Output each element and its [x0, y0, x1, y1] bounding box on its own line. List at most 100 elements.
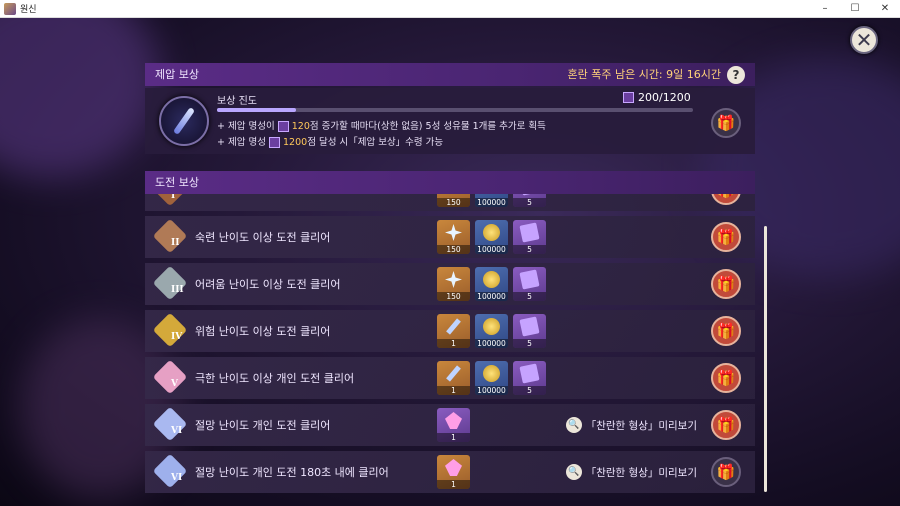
- reward-item[interactable]: 5: [513, 314, 546, 348]
- reward-rule-2: + 제압 명성 1200점 달성 시「제압 보상」수령 가능: [217, 134, 443, 148]
- close-icon: ✕: [855, 28, 873, 52]
- scrollbar[interactable]: [764, 226, 767, 492]
- rule1-value: 120: [291, 121, 310, 132]
- claim-gift-button[interactable]: 🎁: [711, 222, 741, 252]
- reward-item[interactable]: 5: [513, 220, 546, 254]
- reward-item[interactable]: 1: [437, 408, 470, 442]
- close-button[interactable]: ✕: [850, 26, 878, 54]
- fame-icon: [623, 92, 634, 103]
- reward-count: 1: [437, 433, 470, 442]
- reward-item[interactable]: 100000: [475, 194, 508, 207]
- gift-icon: 🎁: [716, 275, 736, 293]
- app-icon: [4, 2, 16, 15]
- challenge-header: 도전 보상: [145, 171, 755, 194]
- game-view: ✕ 제압 보상 혼란 폭주 남은 시간: 9일 16시간 ? 보상 진도 200…: [0, 18, 900, 506]
- challenge-row: V 극한 난이도 이상 개인 도전 클리어 1 100000 5 🎁: [145, 357, 755, 399]
- reward-count: 100000: [475, 292, 508, 301]
- progress-fill: [217, 108, 297, 112]
- challenge-condition: 극한 난이도 이상 개인 도전 클리어: [195, 372, 355, 385]
- book-icon: [519, 222, 540, 243]
- challenge-row: I 150 100000 5 🎁: [145, 194, 755, 211]
- window-titlebar: 원신 – ☐ ✕: [0, 0, 900, 18]
- difficulty-badge-icon: [152, 194, 188, 207]
- reward-item[interactable]: 5: [513, 361, 546, 395]
- reward-item[interactable]: 5: [513, 194, 546, 207]
- reward-count: 5: [513, 198, 546, 207]
- difficulty-numeral: II: [171, 238, 180, 248]
- preview-link[interactable]: 🔍 「찬란한 형상」미리보기: [565, 417, 697, 433]
- background-swirl: [0, 18, 160, 178]
- difficulty-badge-icon: [152, 453, 188, 489]
- fame-icon: [268, 137, 280, 148]
- reward-count: 150: [437, 245, 470, 254]
- remaining-time-area: 혼란 폭주 남은 시간: 9일 16시간 ?: [567, 63, 745, 86]
- claim-gift-button[interactable]: 🎁: [711, 269, 741, 299]
- window-controls: – ☐ ✕: [810, 0, 900, 18]
- reward-count: 1: [437, 480, 470, 489]
- suppression-reward-box: 보상 진도 200/1200 + 제압 명성이 120점 증가할 때마다(상한 …: [145, 88, 755, 154]
- reward-item[interactable]: 5: [513, 267, 546, 301]
- challenge-condition: 어려움 난이도 이상 도전 클리어: [195, 278, 341, 291]
- claim-gift-button[interactable]: 🎁: [711, 194, 741, 205]
- gift-icon: 🎁: [716, 114, 736, 132]
- remaining-time: 혼란 폭주 남은 시간: 9일 16시간: [567, 68, 721, 81]
- challenge-list[interactable]: I 150 100000 5 🎁 II 숙련 난이도 이상 도전 클리어 150 100000 5…: [145, 194, 755, 498]
- maximize-button[interactable]: ☐: [840, 0, 870, 18]
- claim-gift-button[interactable]: 🎁: [711, 457, 741, 487]
- reward-item[interactable]: 100000: [475, 361, 508, 395]
- window-close-button[interactable]: ✕: [870, 0, 900, 18]
- reward-item[interactable]: 150: [437, 194, 470, 207]
- reward-item[interactable]: 1: [437, 361, 470, 395]
- challenge-row: IV 위험 난이도 이상 도전 클리어 1 100000 5 🎁: [145, 310, 755, 352]
- rule1-text-a: + 제압 명성이: [217, 121, 278, 132]
- challenge-row: VI 절망 난이도 개인 도전 클리어 1 🔍 「찬란한 형상」미리보기 🎁: [145, 404, 755, 446]
- claim-gift-button[interactable]: 🎁: [711, 363, 741, 393]
- challenge-title: 도전 보상: [155, 176, 199, 189]
- book-icon: [519, 363, 540, 384]
- coin-icon: [483, 224, 500, 241]
- claim-gift-button[interactable]: 🎁: [711, 410, 741, 440]
- reward-item[interactable]: 100000: [475, 314, 508, 348]
- gift-icon: 🎁: [716, 322, 736, 340]
- gift-icon: 🎁: [716, 416, 736, 434]
- book-icon: [519, 316, 540, 337]
- reward-count: 5: [513, 339, 546, 348]
- magnifier-icon: 🔍: [565, 417, 582, 433]
- reward-item[interactable]: 1: [437, 455, 470, 489]
- reward-item[interactable]: 100000: [475, 220, 508, 254]
- suppression-emblem-icon: [159, 96, 209, 146]
- minimize-button[interactable]: –: [810, 0, 840, 18]
- challenge-condition: 절망 난이도 개인 도전 180초 내에 클리어: [195, 466, 389, 479]
- wand-icon: [446, 318, 461, 335]
- reward-count: 150: [437, 198, 470, 207]
- difficulty-badge-icon: [152, 359, 188, 395]
- help-icon[interactable]: ?: [727, 65, 745, 84]
- claim-gift-button[interactable]: 🎁: [711, 316, 741, 346]
- suppression-claim-gift-button[interactable]: 🎁: [711, 108, 741, 138]
- reward-item[interactable]: 150: [437, 220, 470, 254]
- preview-link[interactable]: 🔍 「찬란한 형상」미리보기: [565, 464, 697, 480]
- progress-bar: [217, 108, 693, 112]
- star-icon: [445, 224, 462, 241]
- difficulty-numeral: IV: [171, 332, 183, 342]
- difficulty-badge-icon: [152, 406, 188, 442]
- gift-icon: 🎁: [716, 463, 736, 481]
- reward-count: 5: [513, 386, 546, 395]
- challenge-row: VI 절망 난이도 개인 도전 180초 내에 클리어 1 🔍 「찬란한 형상」미리보기…: [145, 451, 755, 493]
- challenge-condition: 절망 난이도 개인 도전 클리어: [195, 419, 331, 432]
- difficulty-badge-icon: [152, 265, 188, 301]
- challenge-condition: 위험 난이도 이상 도전 클리어: [195, 325, 331, 338]
- gift-icon: 🎁: [717, 194, 736, 199]
- coin-icon: [483, 318, 500, 335]
- star-icon: [445, 271, 462, 288]
- window-title: 원신: [20, 5, 37, 15]
- reward-count: 5: [513, 292, 546, 301]
- difficulty-numeral: VI: [171, 426, 183, 436]
- reward-item[interactable]: 100000: [475, 267, 508, 301]
- progress-label: 보상 진도: [217, 96, 257, 107]
- reward-count: 100000: [475, 339, 508, 348]
- difficulty-badge-icon: [152, 312, 188, 348]
- progress-count-area: 200/1200: [623, 91, 691, 104]
- reward-item[interactable]: 150: [437, 267, 470, 301]
- reward-item[interactable]: 1: [437, 314, 470, 348]
